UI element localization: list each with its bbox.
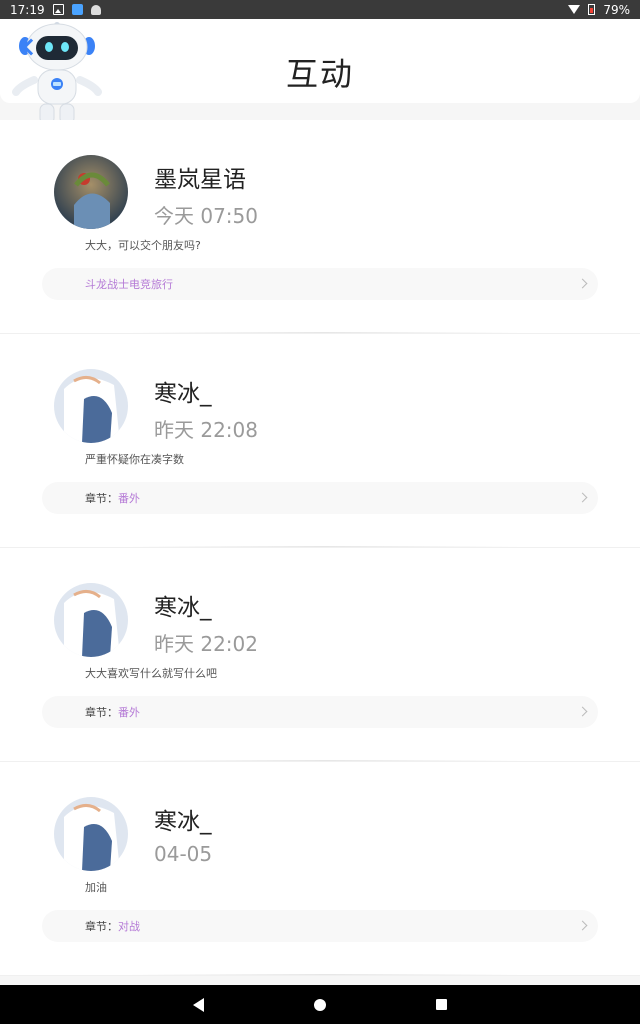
list-item[interactable]: 寒冰_ 04-05 加油 章节： 对战 — [0, 762, 640, 976]
android-icon — [90, 4, 101, 15]
chevron-right-icon — [577, 492, 588, 503]
status-left: 17:19 — [10, 3, 101, 17]
reference-prefix: 章节： — [85, 920, 118, 933]
status-right: 79% — [568, 3, 630, 17]
reference-bar[interactable]: 章节： 番外 — [42, 482, 598, 514]
avatar[interactable] — [54, 797, 128, 871]
comment-text: 加油 — [85, 881, 107, 894]
reference-link[interactable]: 番外 — [118, 490, 140, 506]
image-icon — [52, 4, 64, 15]
interaction-list: 墨岚星语 今天 07:50 大大，可以交个朋友吗? 斗龙战士电竞旅行 寒冰_ 昨… — [0, 120, 640, 976]
app-icon — [71, 4, 83, 15]
reference-link[interactable]: 对战 — [118, 918, 140, 934]
avatar[interactable] — [54, 583, 128, 657]
chevron-right-icon — [577, 920, 588, 931]
username[interactable]: 寒冰_ — [154, 374, 212, 408]
chevron-right-icon — [577, 706, 588, 717]
comment-text: 大大，可以交个朋友吗? — [85, 239, 201, 252]
status-bar: 17:19 79% — [0, 0, 640, 19]
list-item[interactable]: 寒冰_ 昨天 22:08 严重怀疑你在凑字数 章节： 番外 — [0, 334, 640, 548]
reference-prefix: 章节： — [85, 492, 118, 505]
divider — [130, 974, 520, 975]
reference-bar[interactable]: 章节： 番外 — [42, 696, 598, 728]
list-item[interactable]: 墨岚星语 今天 07:50 大大，可以交个朋友吗? 斗龙战士电竞旅行 — [0, 120, 640, 334]
status-time: 17:19 — [10, 2, 45, 17]
reference-bar[interactable]: 章节： 对战 — [42, 910, 598, 942]
reference-bar[interactable]: 斗龙战士电竞旅行 — [42, 268, 598, 300]
avatar[interactable] — [54, 369, 128, 443]
battery-icon — [588, 4, 596, 15]
list-item[interactable]: 寒冰_ 昨天 22:02 大大喜欢写什么就写什么吧 章节： 番外 — [0, 548, 640, 762]
reference-prefix: 章节： — [85, 706, 118, 719]
divider — [130, 332, 520, 333]
reference-link[interactable]: 番外 — [118, 704, 140, 720]
chevron-right-icon — [577, 278, 588, 289]
username[interactable]: 寒冰_ — [154, 588, 212, 622]
system-nav-bar — [0, 985, 640, 1024]
robot-mascot-icon[interactable] — [12, 22, 102, 128]
wifi-icon — [568, 5, 581, 14]
reference-link[interactable]: 斗龙战士电竞旅行 — [85, 276, 173, 292]
divider — [130, 760, 520, 761]
avatar[interactable] — [54, 155, 128, 229]
timestamp: 04-05 — [154, 842, 213, 866]
timestamp: 昨天 22:08 — [154, 418, 258, 442]
username[interactable]: 寒冰_ — [154, 802, 212, 836]
comment-text: 严重怀疑你在凑字数 — [85, 453, 184, 466]
battery-percent: 79% — [603, 2, 630, 17]
comment-text: 大大喜欢写什么就写什么吧 — [85, 667, 217, 680]
timestamp: 昨天 22:02 — [154, 632, 258, 656]
recents-icon[interactable] — [436, 999, 447, 1010]
divider — [130, 546, 520, 547]
timestamp: 今天 07:50 — [154, 204, 258, 228]
username[interactable]: 墨岚星语 — [154, 160, 246, 194]
home-icon[interactable] — [314, 998, 326, 1011]
back-icon[interactable] — [193, 997, 204, 1012]
